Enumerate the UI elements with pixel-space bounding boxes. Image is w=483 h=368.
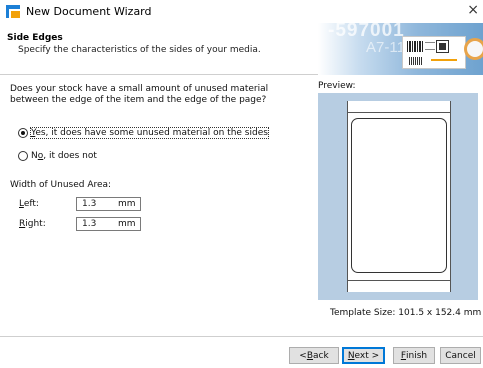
radio-no[interactable] <box>18 151 28 161</box>
barcode-icon <box>407 41 423 52</box>
step-subtitle: Specify the characteristics of the sides… <box>18 45 261 55</box>
back-button[interactable]: < Back <box>289 347 339 364</box>
right-label: Right: <box>19 219 46 229</box>
option-yes[interactable]: Yes, it does have some unused material o… <box>18 127 269 139</box>
wizard-header: Side Edges Specify the characteristics o… <box>0 23 483 75</box>
next-button[interactable]: Next > <box>342 347 385 364</box>
step-title: Side Edges <box>7 33 63 43</box>
label-illustration <box>402 36 466 69</box>
radio-yes[interactable] <box>18 128 28 138</box>
finish-button[interactable]: Finish <box>393 347 435 364</box>
option-no[interactable]: No, it does not <box>18 151 97 161</box>
right-width-input[interactable]: 1.3 mm <box>76 217 141 231</box>
question-text: Does your stock have a small amount of u… <box>10 84 269 105</box>
title-bar: New Document Wizard × <box>0 0 483 23</box>
wizard-banner-image: -597001 A7-118 <box>318 23 483 75</box>
option-yes-label[interactable]: Yes, it does have some unused material o… <box>30 127 269 139</box>
left-unit: mm <box>118 199 136 209</box>
preview-pane <box>318 93 478 300</box>
left-width-input[interactable]: 1.3 mm <box>76 197 141 211</box>
wizard-footer: < Back Next > Finish Cancel <box>0 336 483 368</box>
wizard-body: Does your stock have a small amount of u… <box>0 76 483 336</box>
unused-area-label: Width of Unused Area: <box>10 180 112 190</box>
app-icon <box>6 5 20 18</box>
window-title: New Document Wizard <box>26 5 152 18</box>
media-strip <box>347 101 451 292</box>
template-size: Template Size: 101.5 x 152.4 mm <box>330 308 482 318</box>
close-icon[interactable]: × <box>467 2 479 18</box>
right-width-row: Right: 1.3 mm <box>19 217 141 231</box>
media-roll-icon <box>464 38 483 60</box>
label-preview <box>351 118 447 273</box>
option-no-label[interactable]: No, it does not <box>31 151 97 161</box>
qr-code-icon <box>436 40 449 53</box>
cancel-button[interactable]: Cancel <box>440 347 481 364</box>
left-width-row: Left: 1.3 mm <box>19 197 141 211</box>
left-label: Left: <box>19 199 39 209</box>
right-unit: mm <box>118 219 136 229</box>
preview-title: Preview: <box>318 81 356 91</box>
